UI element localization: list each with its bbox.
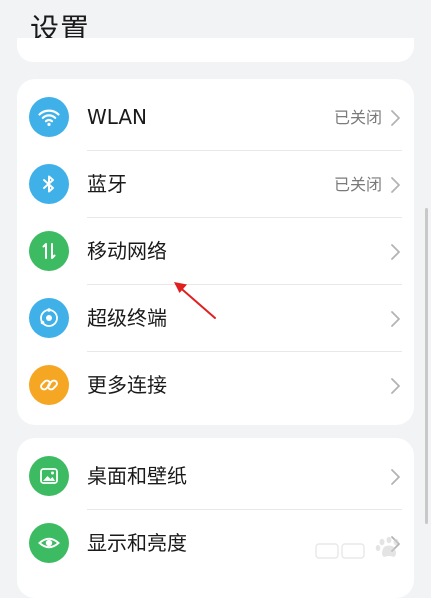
bluetooth-icon <box>29 164 69 204</box>
mobile-data-icon <box>29 231 69 271</box>
settings-item-label: 桌面和壁纸 <box>87 464 187 488</box>
status-text: 已关闭 <box>333 108 382 127</box>
eye-icon <box>29 523 69 563</box>
settings-item-super-device[interactable]: 超级终端 <box>17 285 414 352</box>
chevron-right-icon <box>391 177 400 193</box>
baidu-paw-icon <box>315 536 399 559</box>
chevron-right-icon <box>391 244 400 260</box>
chevron-right-icon <box>391 469 400 485</box>
settings-item-wlan[interactable]: WLAN 已关闭 <box>17 84 414 151</box>
settings-item-more-connections[interactable]: 更多连接 <box>17 352 414 419</box>
settings-item-label: WLAN <box>87 105 148 129</box>
wallpaper-icon <box>29 456 69 496</box>
status-text: 已关闭 <box>333 175 382 194</box>
display-settings-card: 桌面和壁纸 显示和亮度 <box>17 438 414 598</box>
settings-item-bluetooth[interactable]: 蓝牙 已关闭 <box>17 151 414 218</box>
link-icon <box>29 365 69 405</box>
chevron-right-icon <box>391 378 400 394</box>
chevron-right-icon <box>391 110 400 126</box>
settings-item-label: 更多连接 <box>87 373 167 397</box>
settings-item-label: 移动网络 <box>87 239 167 263</box>
previous-card-edge <box>17 38 414 62</box>
settings-item-mobile-network[interactable]: 移动网络 <box>17 218 414 285</box>
wifi-icon <box>29 97 69 137</box>
chevron-right-icon <box>391 311 400 327</box>
super-device-icon <box>29 298 69 338</box>
settings-item-label: 超级终端 <box>87 306 167 330</box>
network-settings-card: WLAN 已关闭 蓝牙 已关闭 移动网络 超级终端 更多连接 <box>17 79 414 425</box>
settings-item-home-wallpaper[interactable]: 桌面和壁纸 <box>17 443 414 510</box>
settings-item-label: 蓝牙 <box>87 172 127 196</box>
settings-item-label: 显示和亮度 <box>87 531 187 555</box>
scrollbar[interactable] <box>425 208 428 524</box>
